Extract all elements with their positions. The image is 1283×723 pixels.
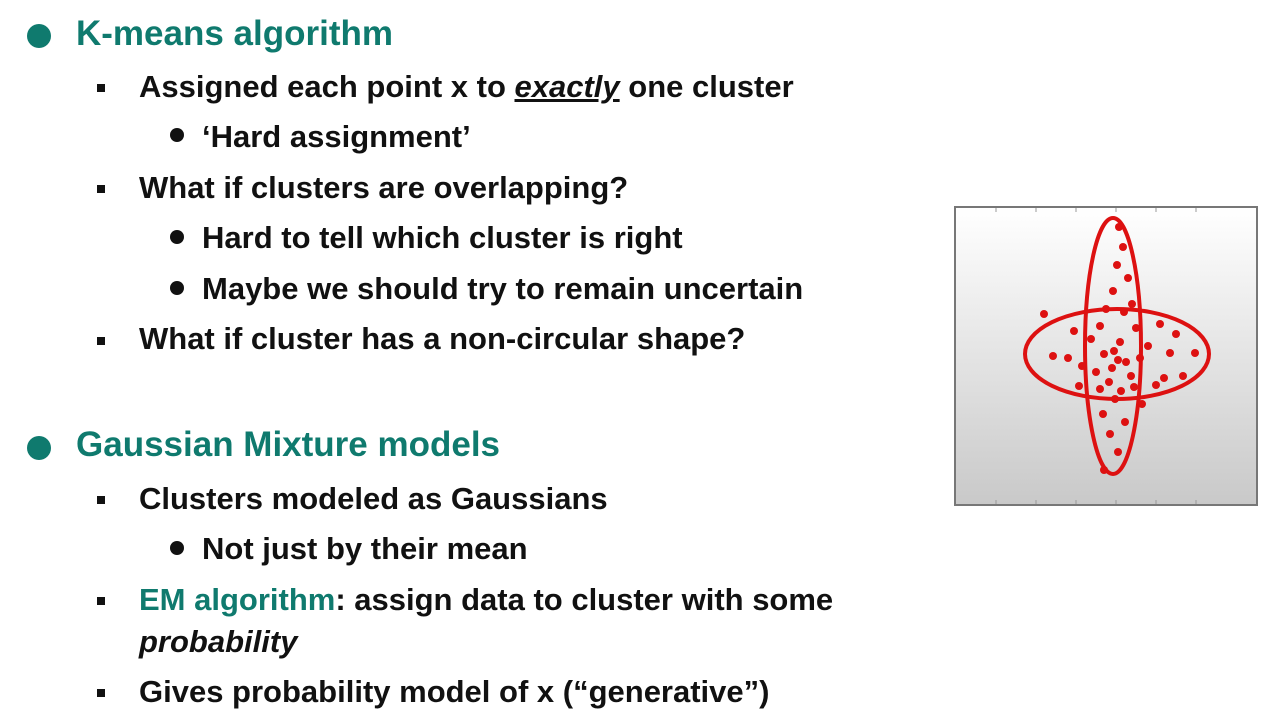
bullet-clusters-gaussians: Clusters modeled as Gaussians — [139, 481, 608, 516]
data-point — [1127, 372, 1135, 380]
data-point — [1087, 335, 1095, 343]
data-point — [1114, 448, 1122, 456]
em-algorithm-rest: : assign data to cluster with some — [335, 582, 834, 617]
data-point — [1040, 310, 1048, 318]
data-point — [1160, 374, 1168, 382]
overlapping-ellipses-scatter-icon — [995, 208, 1211, 504]
data-point — [1114, 356, 1122, 364]
data-point — [1120, 308, 1128, 316]
section-heading-gmm: Gaussian Mixture models — [76, 425, 501, 464]
data-point — [1109, 287, 1117, 295]
data-point — [1075, 382, 1083, 390]
data-points — [1040, 223, 1199, 474]
data-point — [1115, 223, 1123, 231]
subbullet-not-just-mean: Not just by their mean — [202, 531, 528, 566]
data-point — [1106, 430, 1114, 438]
round-bullet-icon — [170, 230, 184, 244]
data-point — [1092, 368, 1100, 376]
bullet-em-algorithm: EM algorithm: assign data to cluster wit… — [139, 584, 833, 615]
square-bullet-icon — [97, 689, 105, 697]
data-point — [1096, 385, 1104, 393]
data-point — [1172, 330, 1180, 338]
bullet-overlapping: What if clusters are overlapping? — [139, 170, 629, 205]
subbullet-hard-to-tell: Hard to tell which cluster is right — [202, 220, 683, 255]
section-bullet-icon — [27, 24, 51, 48]
data-point — [1111, 395, 1119, 403]
data-point — [1100, 350, 1108, 358]
data-point — [1100, 466, 1108, 474]
data-point — [1121, 418, 1129, 426]
data-point — [1049, 352, 1057, 360]
data-point — [1122, 358, 1130, 366]
data-point — [1064, 354, 1072, 362]
bullet-text-post: one cluster — [619, 69, 794, 104]
data-point — [1166, 349, 1174, 357]
square-bullet-icon — [97, 185, 105, 193]
data-point — [1102, 305, 1110, 313]
data-point — [1152, 381, 1160, 389]
bullet-non-circular: What if cluster has a non-circular shape… — [139, 321, 746, 356]
data-point — [1117, 387, 1125, 395]
data-point — [1078, 362, 1086, 370]
data-point — [1070, 327, 1078, 335]
square-bullet-icon — [97, 337, 105, 345]
data-point — [1124, 274, 1132, 282]
data-point — [1113, 261, 1121, 269]
slide: K-means algorithm Assigned each point x … — [0, 0, 1283, 723]
bullet-em-probability: probability — [139, 624, 298, 659]
square-bullet-icon — [97, 496, 105, 504]
round-bullet-icon — [170, 541, 184, 555]
section-heading-kmeans: K-means algorithm — [76, 14, 393, 53]
data-point — [1156, 320, 1164, 328]
round-bullet-icon — [170, 281, 184, 295]
data-point — [1132, 324, 1140, 332]
bullet-text-pre: Assigned each point x to — [139, 69, 515, 104]
square-bullet-icon — [97, 84, 105, 92]
data-point — [1105, 378, 1113, 386]
round-bullet-icon — [170, 128, 184, 142]
data-point — [1136, 354, 1144, 362]
data-point — [1110, 347, 1118, 355]
bullet-assigned-each-point: Assigned each point x to exactly one clu… — [139, 71, 794, 102]
data-point — [1144, 342, 1152, 350]
data-point — [1096, 322, 1104, 330]
bullet-generative: Gives probability model of x (“generativ… — [139, 674, 770, 709]
data-point — [1179, 372, 1187, 380]
square-bullet-icon — [97, 597, 105, 605]
section-bullet-icon — [27, 436, 51, 460]
em-algorithm-highlight: EM algorithm — [139, 582, 336, 617]
data-point — [1130, 383, 1138, 391]
bullet-text-emph-exactly: exactly — [514, 69, 620, 104]
data-point — [1191, 349, 1199, 357]
data-point — [1119, 243, 1127, 251]
data-point — [1099, 410, 1107, 418]
data-point — [1108, 364, 1116, 372]
data-point — [1138, 400, 1146, 408]
subbullet-remain-uncertain: Maybe we should try to remain uncertain — [202, 271, 804, 306]
data-point — [1116, 338, 1124, 346]
subbullet-hard-assignment: ‘Hard assignment’ — [202, 119, 471, 154]
overlapping-clusters-figure — [954, 206, 1258, 506]
data-point — [1128, 300, 1136, 308]
